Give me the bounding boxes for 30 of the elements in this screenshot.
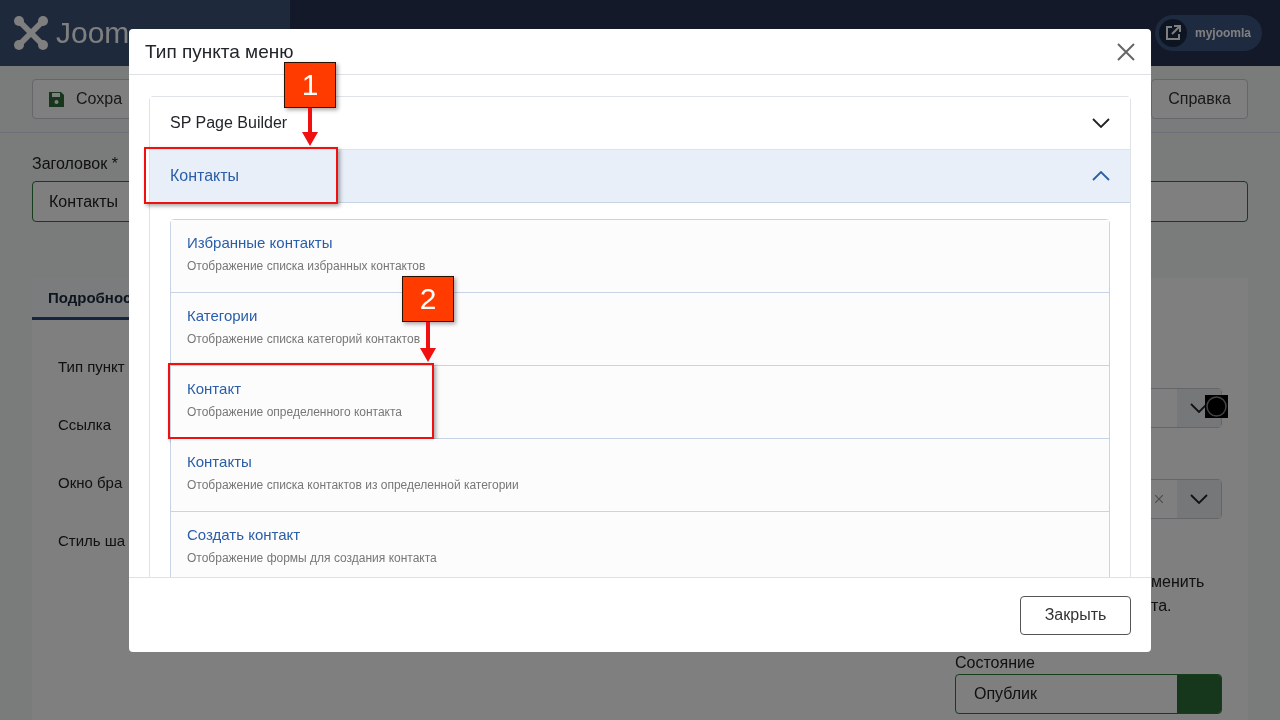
field-label: Заголовок * (32, 155, 119, 173)
step-number: 2 (402, 276, 454, 322)
chevron-down-icon (1092, 118, 1110, 128)
logo-icon (12, 14, 50, 52)
clear-icon (1155, 495, 1163, 503)
chevron-down-icon (1190, 494, 1208, 504)
circle-icon (1205, 395, 1228, 418)
arrow-icon (419, 322, 437, 362)
accordion-header[interactable]: SP Page Builder (150, 97, 1130, 150)
menu-type-item[interactable]: Контакт Отображение определенного контакта (171, 366, 1109, 439)
dialog-title: Тип пункта меню (145, 40, 294, 63)
chevron-up-icon (1092, 171, 1110, 181)
field-label: Состояние (955, 654, 1035, 672)
logo-text: Joom (56, 16, 130, 50)
external-link-icon (1165, 25, 1181, 41)
status-select[interactable]: Опублик (955, 674, 1222, 714)
close-button[interactable]: Закрыть (1020, 595, 1131, 635)
accordion-header[interactable]: Контакты (150, 150, 1130, 203)
field-label: Стиль ша (58, 532, 126, 550)
close-button[interactable] (1115, 40, 1137, 63)
arrow-icon (301, 108, 319, 146)
help-button[interactable]: Справка (1151, 79, 1248, 119)
step-number: 1 (284, 62, 336, 108)
site-button[interactable]: myjoomla (1155, 15, 1262, 51)
help-text: та. (1151, 596, 1172, 616)
field-label: Тип пункт (58, 358, 125, 376)
field-label: Ссылка (58, 416, 112, 434)
help-text: менить (1151, 572, 1205, 592)
field-label: Окно бра (58, 474, 123, 492)
chevron-down-icon (1190, 403, 1208, 413)
